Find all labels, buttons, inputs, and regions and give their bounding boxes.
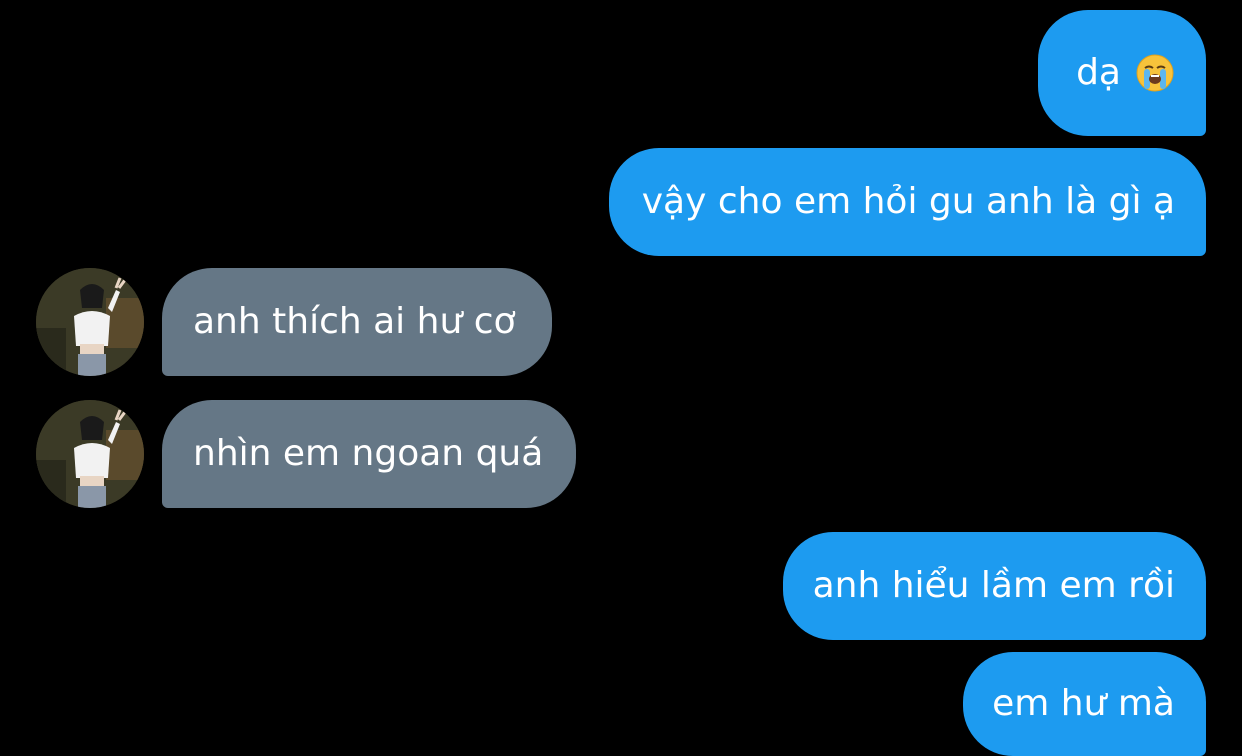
- avatar-photo: [36, 400, 144, 508]
- contact-avatar[interactable]: [36, 268, 144, 376]
- avatar-photo: [36, 268, 144, 376]
- incoming-message-bubble[interactable]: nhìn em ngoan quá: [162, 400, 576, 508]
- outgoing-message-bubble[interactable]: anh hiểu lầm em rồi: [783, 532, 1206, 640]
- message-text: anh hiểu lầm em rồi: [812, 565, 1175, 606]
- loudly-crying-face-icon: [1135, 53, 1175, 93]
- contact-avatar[interactable]: [36, 400, 144, 508]
- incoming-message-bubble[interactable]: anh thích ai hư cơ: [162, 268, 552, 376]
- message-text: em hư mà: [992, 683, 1175, 724]
- message-thread: dạ vậy cho em hỏi gu anh là gì ạ anh thí…: [0, 0, 1242, 756]
- outgoing-message-bubble[interactable]: em hư mà: [963, 652, 1206, 756]
- message-text: nhìn em ngoan quá: [193, 433, 544, 474]
- message-text: dạ: [1076, 52, 1121, 93]
- outgoing-message-bubble[interactable]: dạ: [1038, 10, 1206, 136]
- outgoing-message-bubble[interactable]: vậy cho em hỏi gu anh là gì ạ: [609, 148, 1206, 256]
- message-text: vậy cho em hỏi gu anh là gì ạ: [641, 181, 1175, 222]
- message-text: anh thích ai hư cơ: [193, 301, 516, 342]
